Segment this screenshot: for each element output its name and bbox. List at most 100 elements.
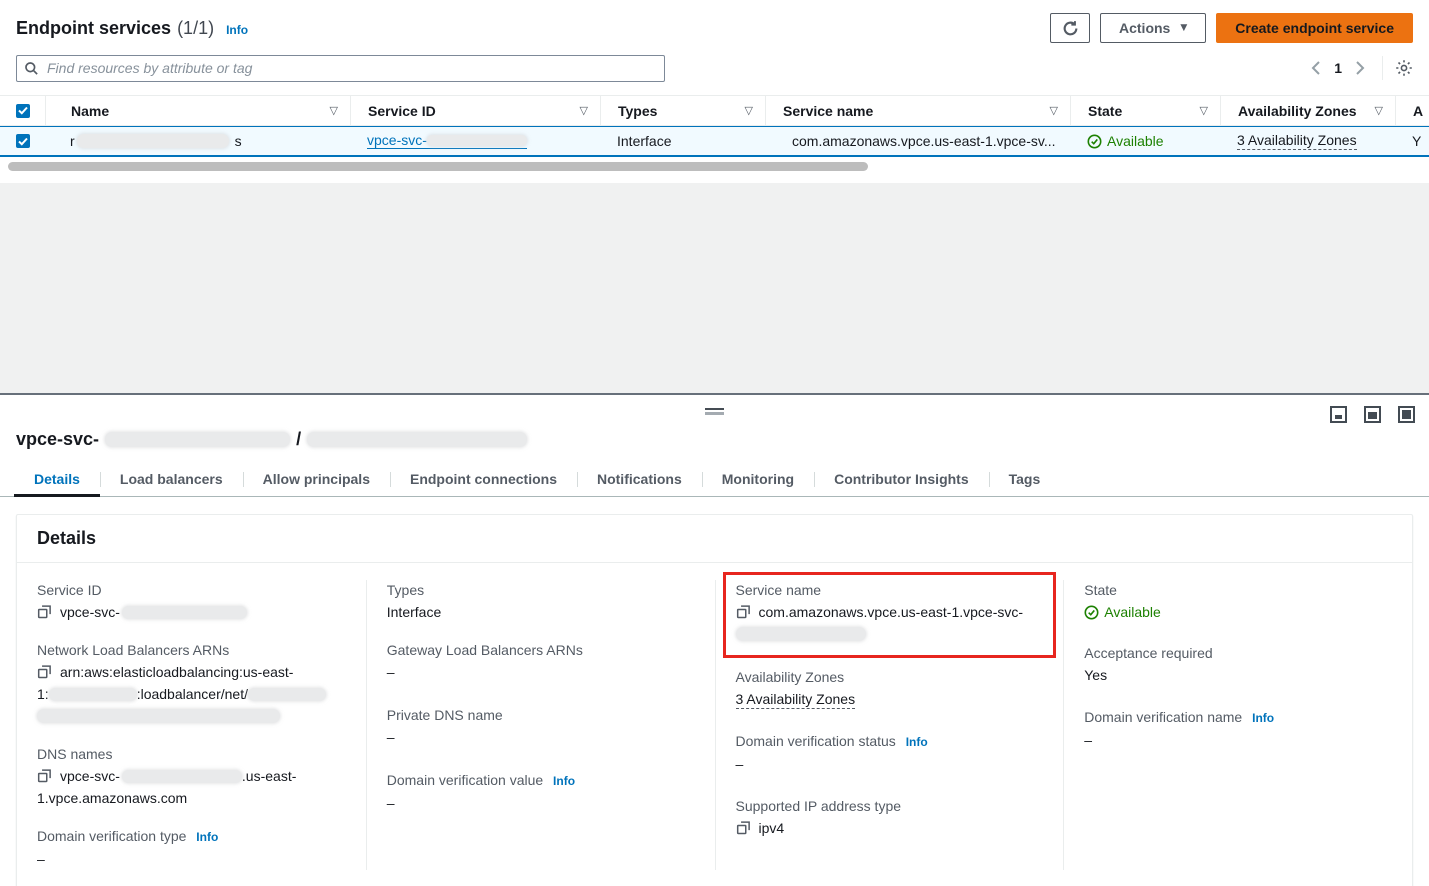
service-name-value: com.amazonaws.vpce.us-east-1.vpce-sv... <box>792 133 1056 149</box>
details-column-3: Service name com.amazonaws.vpce.us-east-… <box>715 580 1064 870</box>
cell-types: Interface <box>600 127 765 155</box>
filter-icon[interactable]: ▽ <box>745 104 753 117</box>
field-domain-verification-status: Domain verification status Info – <box>736 731 1044 775</box>
filter-icon[interactable]: ▽ <box>1050 104 1058 117</box>
redacted-text <box>248 688 326 701</box>
column-label: Service ID <box>368 103 436 119</box>
panel-position-comfortable-icon[interactable] <box>1364 406 1381 423</box>
tab-contributor-insights[interactable]: Contributor Insights <box>814 464 989 496</box>
row-checkbox-cell <box>0 127 45 155</box>
select-all-checkbox-cell <box>0 96 45 125</box>
acceptance-value: Y <box>1412 133 1421 149</box>
tab-monitoring[interactable]: Monitoring <box>702 464 814 496</box>
column-header-state[interactable]: State ▽ <box>1070 96 1220 125</box>
copy-icon[interactable] <box>736 820 751 835</box>
field-label: Domain verification value <box>387 772 543 788</box>
refresh-icon <box>1062 20 1079 37</box>
field-domain-verification-type: Domain verification type Info – <box>37 826 346 870</box>
split-panel-drag-handle[interactable] <box>705 408 724 415</box>
column-label: Service name <box>783 103 873 119</box>
panel-position-side-icon[interactable] <box>1398 406 1415 423</box>
field-domain-verification-value: Domain verification value Info – <box>387 770 695 814</box>
table-header-row: Name ▽ Service ID ▽ Types ▽ Service name… <box>0 96 1429 126</box>
cell-acceptance: Y <box>1395 127 1429 155</box>
current-page[interactable]: 1 <box>1334 60 1342 76</box>
info-link[interactable]: Info <box>553 774 575 788</box>
field-acceptance-required: Acceptance required Yes <box>1084 643 1392 686</box>
details-column-1: Service ID vpce-svc- Network Load Balanc… <box>17 580 366 870</box>
tab-notifications[interactable]: Notifications <box>577 464 702 496</box>
details-column-2: Types Interface Gateway Load Balancers A… <box>366 580 715 870</box>
column-header-name[interactable]: Name ▽ <box>45 96 350 125</box>
column-header-types[interactable]: Types ▽ <box>600 96 765 125</box>
copy-icon[interactable] <box>736 604 751 619</box>
tab-endpoint-connections[interactable]: Endpoint connections <box>390 464 577 496</box>
availability-zones-link[interactable]: 3 Availability Zones <box>1237 132 1357 150</box>
filter-icon[interactable]: ▽ <box>1375 104 1383 117</box>
field-label: Domain verification name <box>1084 709 1242 725</box>
row-checkbox[interactable] <box>16 134 30 148</box>
settings-gear-icon[interactable] <box>1395 59 1413 77</box>
endpoint-services-page: Endpoint services (1/1) Info Actions ▼ <box>0 0 1429 884</box>
details-column-4: State Available Acceptance required <box>1063 580 1412 870</box>
field-value: – <box>387 661 695 683</box>
horizontal-scrollbar-thumb[interactable] <box>8 162 868 171</box>
field-label: State <box>1084 580 1392 601</box>
value-fragment: 1: <box>37 686 49 702</box>
column-header-service-id[interactable]: Service ID ▽ <box>350 96 600 125</box>
field-service-id: Service ID vpce-svc- <box>37 580 346 623</box>
filter-icon[interactable]: ▽ <box>1200 104 1208 117</box>
types-value: Interface <box>617 133 671 149</box>
value-fragment: arn:aws:elasticloadbalancing:us-east- <box>60 664 293 680</box>
field-label: Private DNS name <box>387 705 695 726</box>
field-value: Available <box>1104 601 1161 623</box>
service-id-link[interactable]: vpce-svc- <box>367 133 527 149</box>
redacted-text <box>122 606 247 619</box>
previous-page-button[interactable] <box>1306 58 1326 78</box>
page-info-link[interactable]: Info <box>226 23 248 37</box>
column-label: Types <box>618 103 657 119</box>
tab-allow-principals[interactable]: Allow principals <box>243 464 390 496</box>
divider <box>1382 56 1383 80</box>
tab-tags[interactable]: Tags <box>989 464 1061 496</box>
column-label: Availability Zones <box>1238 103 1357 119</box>
actions-button-label: Actions <box>1119 20 1170 36</box>
column-header-availability-zones[interactable]: Availability Zones ▽ <box>1220 96 1395 125</box>
field-label: Service ID <box>37 580 346 601</box>
field-state: State Available <box>1084 580 1392 626</box>
filter-icon[interactable]: ▽ <box>580 104 588 117</box>
content-background-gap <box>0 183 1429 393</box>
field-value: – <box>1084 729 1392 751</box>
column-header-service-name[interactable]: Service name ▽ <box>765 96 1070 125</box>
column-header-acceptance[interactable]: A <box>1395 96 1429 125</box>
tab-details[interactable]: Details <box>14 464 100 496</box>
panel-position-bottom-icon[interactable] <box>1330 406 1347 423</box>
search-input[interactable] <box>16 55 665 82</box>
actions-button[interactable]: Actions ▼ <box>1100 13 1206 43</box>
page-header: Endpoint services (1/1) Info Actions ▼ <box>0 12 1429 44</box>
copy-icon[interactable] <box>37 768 52 783</box>
tab-load-balancers[interactable]: Load balancers <box>100 464 243 496</box>
details-heading: Details <box>37 528 1392 549</box>
info-link[interactable]: Info <box>196 830 218 844</box>
copy-icon[interactable] <box>37 604 52 619</box>
info-link[interactable]: Info <box>906 735 928 749</box>
create-endpoint-service-button[interactable]: Create endpoint service <box>1216 13 1413 43</box>
search-icon <box>24 61 39 79</box>
select-all-checkbox[interactable] <box>16 104 30 118</box>
value-fragment: com.amazonaws.vpce.us-east-1.vpce-svc- <box>759 604 1024 620</box>
redacted-text <box>105 432 290 447</box>
copy-icon[interactable] <box>37 664 52 679</box>
info-link[interactable]: Info <box>1252 711 1274 725</box>
refresh-button[interactable] <box>1050 13 1090 43</box>
filter-icon[interactable]: ▽ <box>330 104 338 117</box>
value-fragment: 1.vpce.amazonaws.com <box>37 790 187 806</box>
state-value: Available <box>1107 133 1164 149</box>
availability-zones-link[interactable]: 3 Availability Zones <box>736 691 856 709</box>
endpoint-services-table: Name ▽ Service ID ▽ Types ▽ Service name… <box>0 95 1429 157</box>
table-row[interactable]: rs vpce-svc- Interface com.amazonaws.vpc… <box>0 126 1429 157</box>
next-page-button[interactable] <box>1350 58 1370 78</box>
field-private-dns-name: Private DNS name – <box>387 705 695 748</box>
service-id-fragment: vpce-svc- <box>367 133 427 148</box>
field-service-name-highlighted: Service name com.amazonaws.vpce.us-east-… <box>723 572 1057 658</box>
